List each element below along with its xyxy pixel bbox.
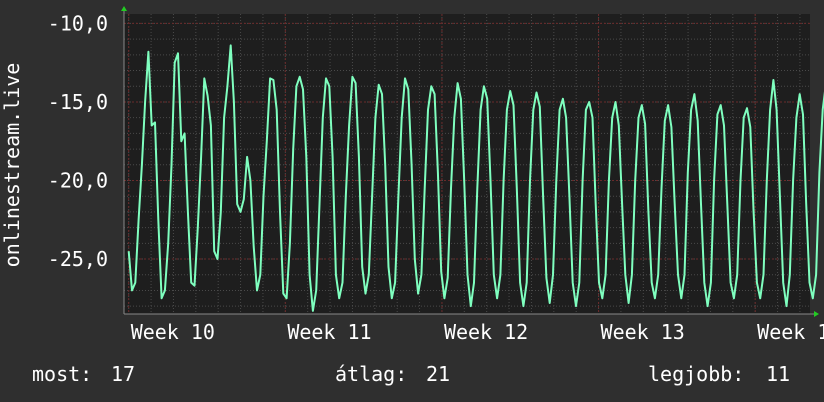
y-tick-label: -15,0: [48, 90, 108, 114]
x-tick-labels: Week 10 Week 11 Week 12 Week 13 Week 14: [131, 320, 824, 344]
x-tick-label: Week 11: [287, 320, 371, 344]
chart: -10,0-15,0-20,0-25,0 Week 10 Week 11 Week …: [0, 6, 824, 386]
average-value: 21: [426, 362, 450, 386]
average-label: átlag:: [335, 362, 407, 386]
y-tick-label: -25,0: [48, 247, 108, 271]
x-axis-arrow: [814, 311, 819, 317]
y-axis-label: onlinestream.live: [0, 63, 24, 268]
current-label: most:: [32, 362, 92, 386]
best-label: legjobb:: [648, 362, 744, 386]
y-axis-arrow: [121, 6, 127, 11]
x-tick-label: Week 14: [757, 320, 824, 344]
y-tick-labels: -10,0 -15,0 -20,0 -25,0: [48, 11, 108, 271]
x-tick-label: Week 13: [601, 320, 685, 344]
y-tick-label: -10,0: [48, 11, 108, 35]
y-tick-label: -20,0: [48, 168, 108, 192]
best-value: 11: [766, 362, 790, 386]
current-value: 17: [111, 362, 135, 386]
x-tick-label: Week 10: [131, 320, 215, 344]
x-tick-label: Week 12: [444, 320, 528, 344]
